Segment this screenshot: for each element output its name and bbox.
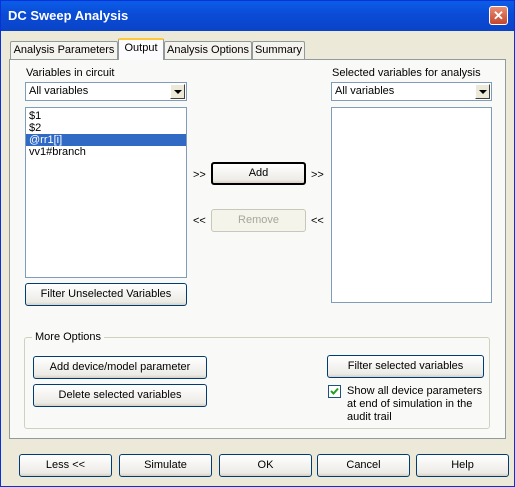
selected-variables-label: Selected variables for analysis bbox=[332, 67, 481, 79]
ok-button[interactable]: OK bbox=[219, 454, 312, 477]
tab-label: Analysis Options bbox=[167, 44, 249, 56]
checkbox-label-line2: at end of simulation in the bbox=[347, 398, 473, 410]
tab-summary[interactable]: Summary bbox=[252, 41, 305, 59]
checkmark-icon bbox=[330, 387, 339, 395]
circuit-variables-filter-select[interactable]: All variables bbox=[25, 82, 187, 101]
arrow-left-indicator: << bbox=[311, 215, 324, 227]
arrow-right-indicator: >> bbox=[311, 169, 324, 181]
circuit-variables-list[interactable]: $1 $2 @rr1[i] vv1#branch bbox=[25, 107, 187, 278]
remove-button[interactable]: Remove bbox=[211, 209, 306, 232]
dialog-window: DC Sweep Analysis ✕ Analysis Parameters … bbox=[0, 0, 515, 487]
help-button[interactable]: Help bbox=[416, 454, 509, 477]
arrow-right-indicator: >> bbox=[193, 169, 206, 181]
variables-in-circuit-label: Variables in circuit bbox=[26, 67, 115, 79]
chevron-down-icon[interactable] bbox=[170, 84, 185, 99]
list-item[interactable]: $1 bbox=[26, 110, 186, 122]
tab-analysis-options[interactable]: Analysis Options bbox=[164, 41, 252, 59]
list-item[interactable]: @rr1[i] bbox=[26, 134, 186, 146]
select-value: All variables bbox=[335, 85, 395, 97]
less-button[interactable]: Less << bbox=[19, 454, 112, 477]
cancel-button[interactable]: Cancel bbox=[317, 454, 410, 477]
selected-variables-filter-select[interactable]: All variables bbox=[331, 82, 492, 101]
title-bar[interactable]: DC Sweep Analysis ✕ bbox=[1, 1, 514, 31]
tab-label: Summary bbox=[254, 44, 303, 56]
tab-label: Analysis Parameters bbox=[13, 44, 115, 56]
tab-output[interactable]: Output bbox=[118, 38, 164, 60]
tab-analysis-parameters[interactable]: Analysis Parameters bbox=[10, 41, 118, 59]
list-item[interactable]: vv1#branch bbox=[26, 146, 186, 158]
add-button[interactable]: Add bbox=[211, 162, 306, 185]
selected-variables-list[interactable] bbox=[331, 107, 492, 303]
list-item[interactable]: $2 bbox=[26, 122, 186, 134]
close-button[interactable]: ✕ bbox=[489, 6, 508, 25]
filter-selected-variables-button[interactable]: Filter selected variables bbox=[327, 355, 484, 378]
filter-unselected-variables-button[interactable]: Filter Unselected Variables bbox=[25, 283, 187, 306]
checkbox-label-line3: audit trail bbox=[347, 411, 392, 423]
add-device-model-parameter-button[interactable]: Add device/model parameter bbox=[33, 356, 207, 379]
simulate-button[interactable]: Simulate bbox=[119, 454, 212, 477]
arrow-left-indicator: << bbox=[193, 215, 206, 227]
show-all-device-parameters-checkbox[interactable] bbox=[328, 385, 341, 398]
close-icon: ✕ bbox=[493, 8, 504, 23]
delete-selected-variables-button[interactable]: Delete selected variables bbox=[33, 384, 207, 407]
window-title: DC Sweep Analysis bbox=[8, 8, 129, 23]
tab-label: Output bbox=[124, 42, 158, 54]
chevron-down-icon[interactable] bbox=[475, 84, 490, 99]
select-value: All variables bbox=[29, 85, 89, 97]
more-options-title: More Options bbox=[32, 331, 105, 343]
checkbox-label-line1: Show all device parameters bbox=[347, 385, 483, 397]
more-options-group bbox=[24, 337, 490, 429]
